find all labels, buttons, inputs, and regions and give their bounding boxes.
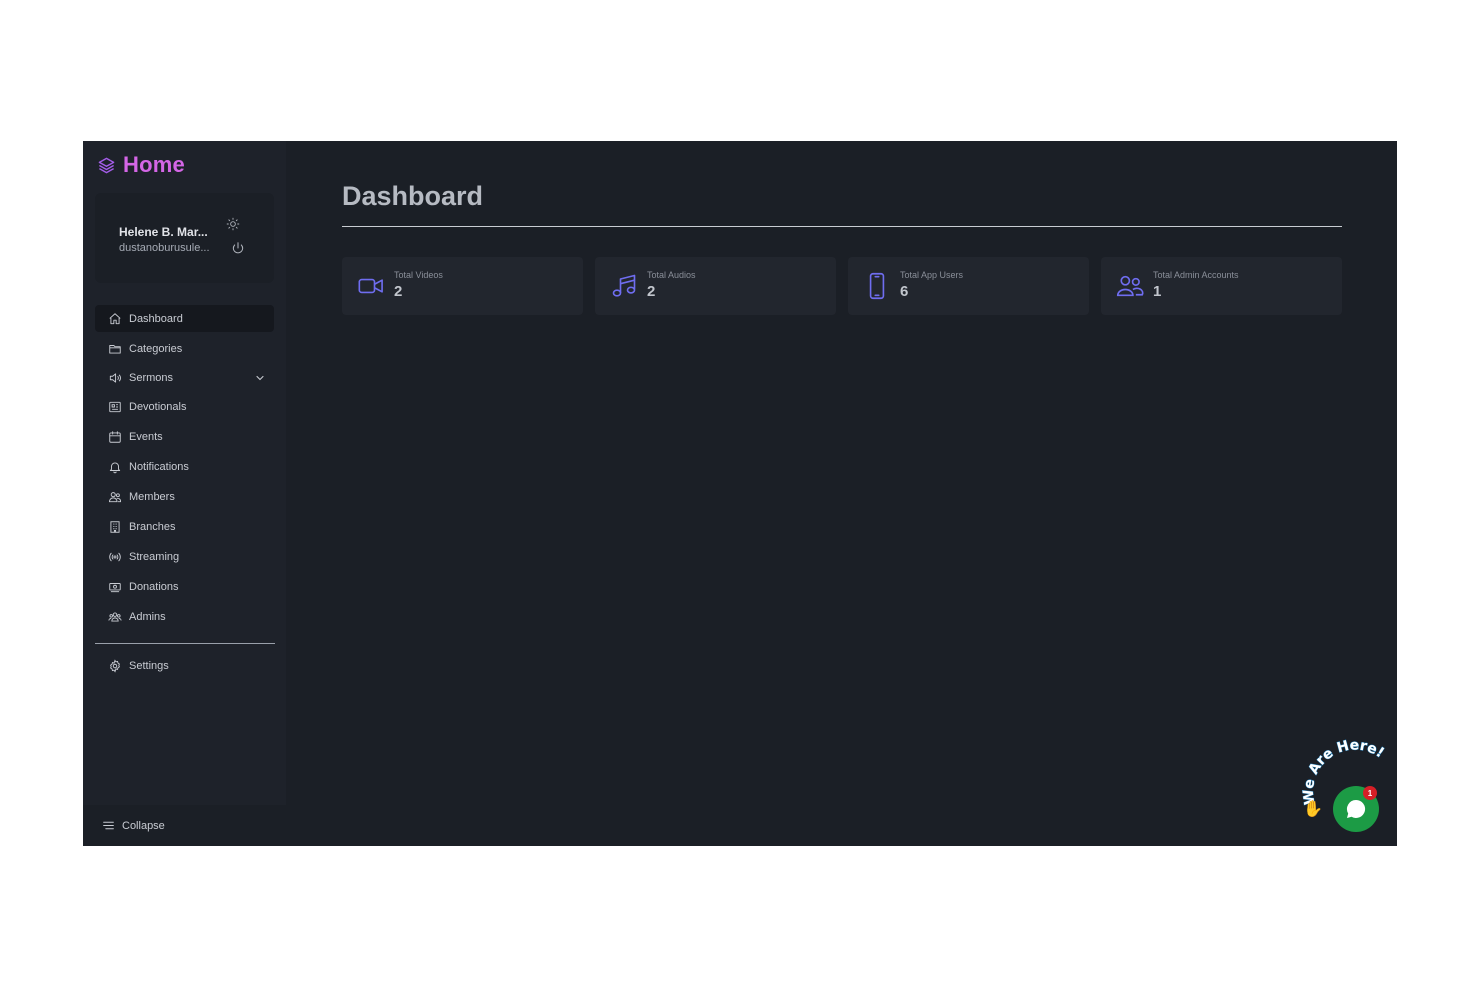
title-divider bbox=[342, 226, 1342, 227]
sidebar-item-label: Sermons bbox=[129, 371, 174, 384]
sidebar-item-label: Events bbox=[129, 430, 163, 443]
calendar-icon bbox=[108, 430, 122, 444]
brand-title: Home bbox=[123, 152, 185, 177]
building-icon bbox=[108, 520, 122, 534]
sidebar-item-label: Streaming bbox=[129, 550, 180, 563]
sidebar-item-devotionals[interactable]: Devotionals bbox=[95, 393, 274, 420]
sidebar-item-label: Categories bbox=[129, 342, 183, 355]
sidebar-item-label: Admins bbox=[129, 610, 166, 623]
sidebar-item-categories[interactable]: Categories bbox=[95, 335, 274, 362]
user-name: Helene B. Mar... bbox=[119, 225, 208, 239]
collapse-label: Collapse bbox=[122, 819, 165, 832]
sidebar-item-admins[interactable]: Admins bbox=[95, 603, 274, 630]
collapse-button[interactable]: Collapse bbox=[83, 805, 286, 846]
sidebar-item-label: Settings bbox=[129, 659, 169, 672]
sidebar-item-label: Members bbox=[129, 490, 175, 503]
users-icon bbox=[108, 490, 122, 504]
stat-card-total-videos[interactable]: Total Videos 2 bbox=[342, 257, 583, 315]
users-icon bbox=[1116, 272, 1144, 300]
speaker-icon bbox=[108, 371, 122, 385]
user-card: Helene B. Mar... dustanoburusule... bbox=[95, 193, 274, 283]
sidebar-item-sermons[interactable]: Sermons bbox=[95, 364, 274, 391]
sidebar-item-branches[interactable]: Branches bbox=[95, 513, 274, 540]
chat-notification-badge: 1 bbox=[1363, 786, 1377, 800]
power-icon[interactable] bbox=[231, 241, 245, 255]
sidebar-item-dashboard[interactable]: Dashboard bbox=[95, 305, 274, 332]
stat-label: Total Videos bbox=[394, 270, 443, 280]
stat-card-total-app-users[interactable]: Total App Users 6 bbox=[848, 257, 1089, 315]
video-camera-icon bbox=[357, 272, 385, 300]
sidebar-item-events[interactable]: Events bbox=[95, 423, 274, 450]
app-window: Home Helene B. Mar... dustanoburusule... bbox=[83, 141, 1397, 846]
sidebar-item-settings[interactable]: Settings bbox=[95, 652, 274, 679]
sidebar-item-label: Notifications bbox=[129, 460, 189, 473]
stat-card-total-audios[interactable]: Total Audios 2 bbox=[595, 257, 836, 315]
cog-icon bbox=[108, 658, 122, 673]
stat-value: 2 bbox=[647, 283, 656, 300]
sidebar-item-donations[interactable]: Donations bbox=[95, 573, 274, 600]
stat-value: 2 bbox=[394, 283, 403, 300]
stat-label: Total Audios bbox=[647, 270, 696, 280]
sidebar-item-members[interactable]: Members bbox=[95, 483, 274, 510]
broadcast-icon bbox=[108, 550, 122, 564]
stat-card-total-admin-accounts[interactable]: Total Admin Accounts 1 bbox=[1101, 257, 1342, 315]
stat-label: Total App Users bbox=[900, 270, 964, 280]
chevron-down-icon[interactable] bbox=[254, 372, 266, 384]
page-title: Dashboard bbox=[342, 181, 484, 211]
folder-icon bbox=[108, 342, 122, 356]
sidebar-divider bbox=[95, 643, 275, 644]
stat-label: Total Admin Accounts bbox=[1153, 270, 1239, 280]
menu-lines-icon bbox=[102, 819, 115, 832]
music-note-icon bbox=[610, 272, 638, 300]
chat-bubble-icon bbox=[1344, 797, 1368, 821]
sidebar-item-notifications[interactable]: Notifications bbox=[95, 453, 274, 480]
layers-icon bbox=[97, 156, 116, 175]
sidebar-item-streaming[interactable]: Streaming bbox=[95, 543, 274, 570]
money-icon bbox=[108, 580, 122, 594]
mobile-phone-icon bbox=[863, 272, 891, 300]
stat-value: 1 bbox=[1153, 283, 1162, 300]
user-group-icon bbox=[108, 610, 122, 624]
sun-icon[interactable] bbox=[226, 217, 240, 231]
waving-hand-icon: ✋ bbox=[1303, 801, 1323, 818]
sidebar-item-label: Branches bbox=[129, 520, 176, 533]
sidebar-item-label: Devotionals bbox=[129, 400, 187, 413]
user-email: dustanoburusule... bbox=[119, 242, 210, 254]
bell-icon bbox=[108, 460, 122, 474]
newspaper-icon bbox=[108, 400, 122, 414]
home-icon bbox=[108, 312, 122, 326]
chat-widget[interactable]: We Are Here! ✋ 1 bbox=[1300, 737, 1397, 837]
brand[interactable]: Home bbox=[97, 152, 185, 178]
stat-value: 6 bbox=[900, 283, 909, 300]
sidebar: Home Helene B. Mar... dustanoburusule... bbox=[83, 141, 286, 846]
sidebar-item-label: Dashboard bbox=[129, 312, 183, 325]
sidebar-item-label: Donations bbox=[129, 580, 179, 593]
